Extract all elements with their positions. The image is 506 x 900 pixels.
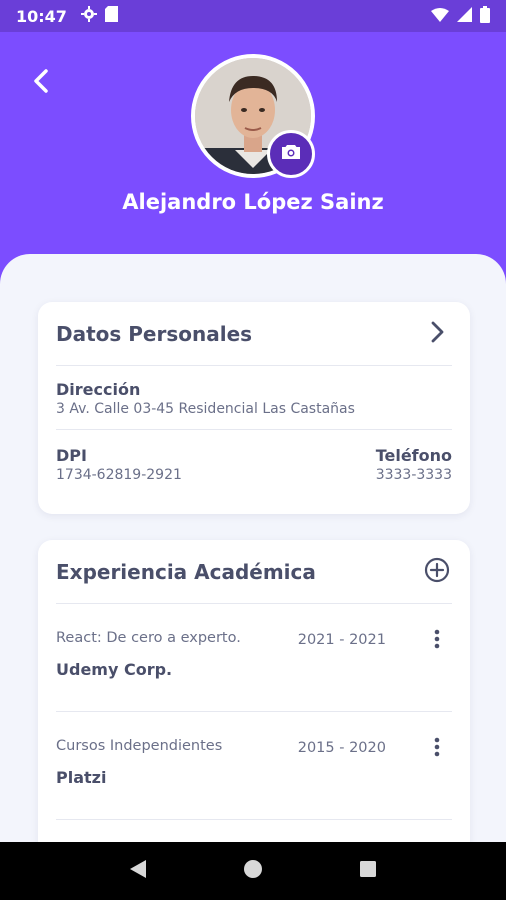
list-item: React: De cero a experto. 2021 - 2021 Ud… <box>56 604 452 712</box>
address-field: Dirección 3 Av. Calle 03-45 Residencial … <box>56 366 452 430</box>
profile-content: Datos Personales Dirección 3 Av. Calle 0… <box>0 254 506 842</box>
battery-icon <box>480 5 490 27</box>
personal-data-card: Datos Personales Dirección 3 Av. Calle 0… <box>38 302 470 514</box>
system-home-button[interactable] <box>233 851 273 891</box>
status-time: 10:47 <box>16 6 67 26</box>
signal-icon <box>457 6 472 26</box>
phone-label: Teléfono <box>375 446 452 465</box>
address-label: Dirección <box>56 380 141 399</box>
wifi-icon <box>431 7 449 26</box>
experience-course: Cursos Independientes <box>56 738 223 754</box>
experience-organization: Platzi <box>56 768 107 787</box>
more-vertical-icon <box>434 629 440 653</box>
experience-years: 2021 - 2021 <box>297 632 386 648</box>
experience-years: 2015 - 2020 <box>297 740 386 756</box>
dpi-value: 1734-62819-2921 <box>56 467 182 483</box>
personal-data-open-button[interactable] <box>422 319 452 349</box>
change-photo-button[interactable] <box>267 130 315 178</box>
back-triangle-icon <box>129 859 147 883</box>
add-experience-button[interactable] <box>422 557 452 587</box>
chevron-right-icon <box>430 321 444 347</box>
dpi-phone-row: DPI 1734-62819-2921 Teléfono 3333-3333 <box>56 430 452 499</box>
profile-header: Alejandro López Sainz <box>0 32 506 262</box>
system-recents-button[interactable] <box>348 851 388 891</box>
sd-card-icon <box>104 6 118 26</box>
system-nav-bar <box>0 842 506 900</box>
academic-experience-card: Experiencia Académica React: De cero a e… <box>38 540 470 842</box>
gear-icon <box>80 6 97 26</box>
camera-icon <box>281 144 301 164</box>
add-circle-icon <box>424 557 450 587</box>
list-item: Cursos Independientes 2015 - 2020 Platzi <box>56 712 452 820</box>
experience-organization: Udemy Corp. <box>56 660 173 679</box>
dpi-field: DPI 1734-62819-2921 <box>56 446 182 483</box>
phone-value: 3333-3333 <box>375 467 452 483</box>
more-vertical-icon <box>434 737 440 761</box>
dpi-label: DPI <box>56 446 87 465</box>
chevron-left-icon <box>33 69 49 97</box>
personal-card-header[interactable]: Datos Personales <box>56 302 452 366</box>
avatar-container <box>191 54 315 178</box>
academic-card-header: Experiencia Académica <box>56 540 452 604</box>
status-bar: 10:47 <box>0 0 506 32</box>
academic-card-title: Experiencia Académica <box>56 559 316 584</box>
personal-card-title: Datos Personales <box>56 321 253 346</box>
system-back-button[interactable] <box>118 851 158 891</box>
experience-course: React: De cero a experto. <box>56 630 241 646</box>
home-circle-icon <box>243 859 263 883</box>
phone-field: Teléfono 3333-3333 <box>376 446 452 483</box>
profile-name: Alejandro López Sainz <box>122 190 384 214</box>
recents-square-icon <box>359 860 377 882</box>
address-value: 3 Av. Calle 03-45 Residencial Las Castañ… <box>56 401 355 417</box>
experience-options-button[interactable] <box>422 626 452 656</box>
experience-options-button[interactable] <box>422 734 452 764</box>
back-button[interactable] <box>26 68 56 98</box>
